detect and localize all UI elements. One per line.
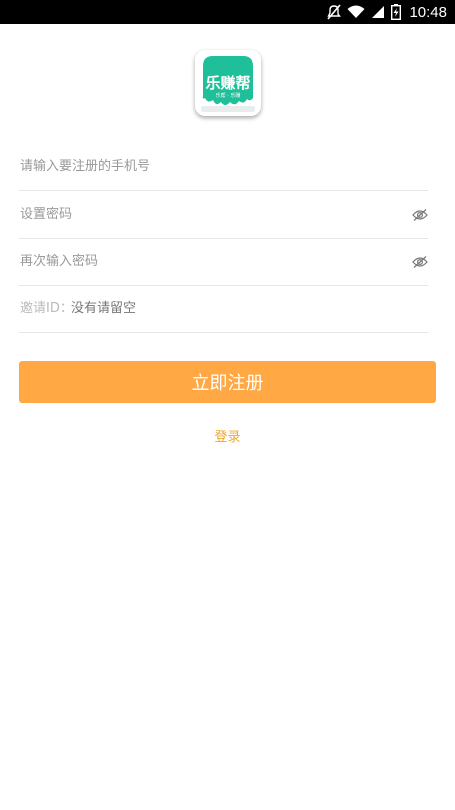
password-input[interactable] bbox=[20, 191, 400, 238]
invite-id-label: 邀请ID： bbox=[20, 301, 73, 316]
status-bar: 10:48 bbox=[0, 0, 455, 24]
battery-charging-icon bbox=[391, 4, 402, 20]
app-logo-artwork: 乐赚帮 乐帮 · 乐赚 bbox=[197, 52, 259, 114]
status-icons: 10:48 bbox=[327, 0, 447, 24]
logo-subtitle: 乐帮 · 乐赚 bbox=[215, 93, 241, 99]
signal-icon bbox=[371, 5, 385, 19]
register-button[interactable]: 立即注册 bbox=[19, 361, 436, 403]
phone-field bbox=[19, 143, 428, 191]
status-time: 10:48 bbox=[409, 3, 447, 21]
logo-title: 乐赚帮 bbox=[205, 74, 251, 92]
login-link[interactable]: 登录 bbox=[0, 426, 455, 445]
confirm-password-input[interactable] bbox=[20, 238, 400, 285]
invite-id-input[interactable] bbox=[71, 285, 411, 332]
wifi-icon bbox=[347, 5, 365, 19]
app-logo: 乐赚帮 乐帮 · 乐赚 bbox=[195, 50, 261, 116]
phone-input[interactable] bbox=[20, 143, 400, 190]
password-field bbox=[19, 191, 428, 239]
invite-id-field: 邀请ID： bbox=[19, 285, 428, 333]
confirm-password-field bbox=[19, 238, 428, 286]
show-password-eye-icon[interactable] bbox=[412, 207, 428, 221]
show-confirm-password-eye-icon[interactable] bbox=[412, 254, 428, 268]
mute-icon bbox=[327, 4, 342, 20]
